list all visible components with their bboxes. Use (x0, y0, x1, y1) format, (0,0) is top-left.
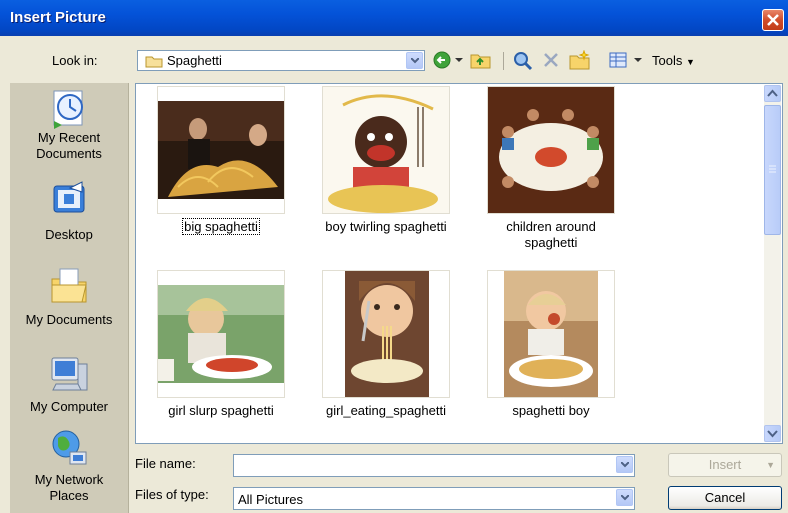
image-thumbnail (323, 87, 449, 213)
file-name-combobox[interactable] (233, 454, 635, 477)
file-name-dropdown-button[interactable] (616, 456, 633, 473)
insert-button[interactable]: Insert ▼ (668, 453, 782, 477)
desktop-icon (53, 181, 85, 213)
views-icon[interactable] (609, 51, 627, 73)
file-caption[interactable]: boy twirling spaghetti (311, 219, 461, 235)
file-name-text: girl_eating_spaghetti (326, 403, 446, 418)
delete-icon[interactable] (542, 51, 560, 73)
files-of-type-dropdown-button[interactable] (616, 489, 633, 506)
back-icon[interactable] (432, 50, 452, 72)
place-label-line2: Documents (36, 146, 102, 161)
network-places-icon (52, 430, 87, 465)
cancel-label: Cancel (704, 490, 746, 505)
place-label: My Recent (37, 130, 101, 145)
file-caption[interactable]: children around spaghetti (476, 219, 626, 251)
file-name-text: big spaghetti (182, 218, 260, 235)
files-of-type-label-text: Files of type: (135, 487, 209, 502)
close-icon (767, 14, 779, 26)
file-name-text: boy twirling spaghetti (325, 219, 447, 234)
search-web-icon[interactable] (512, 50, 534, 72)
grip-icon (769, 165, 776, 173)
my-computer-icon (51, 357, 88, 391)
place-label-line2: Places (49, 488, 89, 503)
up-folder-icon[interactable] (470, 50, 492, 72)
file-list-pane[interactable]: big spaghetti boy twirling spaghetti chi… (135, 83, 783, 444)
place-my-recent-documents[interactable]: My Recent Documents (10, 83, 128, 171)
place-my-network-places[interactable]: My Network Places (10, 428, 128, 513)
file-caption[interactable]: girl slurp spaghetti (146, 403, 296, 419)
chevron-down-icon (411, 58, 419, 64)
file-thumbnail[interactable] (157, 86, 285, 214)
files-of-type-combobox[interactable]: All Pictures (233, 487, 635, 510)
my-documents-icon (51, 268, 87, 303)
file-name-text: children around (506, 219, 596, 234)
place-my-documents[interactable]: My Documents (10, 263, 128, 338)
cancel-button[interactable]: Cancel (668, 486, 782, 510)
look-in-combobox[interactable]: Spaghetti (137, 50, 425, 71)
file-caption[interactable]: spaghetti boy (476, 403, 626, 419)
insert-picture-dialog: Insert Picture Look in: Spaghetti Tools … (0, 0, 788, 513)
image-thumbnail (488, 87, 614, 213)
place-label: My Documents (25, 312, 113, 327)
look-in-value: Spaghetti (167, 53, 222, 68)
chevron-down-icon (767, 430, 778, 438)
vertical-scrollbar[interactable] (764, 85, 781, 442)
new-folder-icon[interactable] (569, 50, 591, 72)
insert-dropdown-icon[interactable]: ▼ (766, 454, 775, 476)
files-of-type-value: All Pictures (238, 492, 304, 507)
place-desktop[interactable]: Desktop (10, 178, 128, 250)
file-thumbnail[interactable] (487, 270, 615, 398)
file-name-text: girl slurp spaghetti (168, 403, 274, 418)
places-bar: My Recent Documents Desktop My Documents (10, 83, 129, 513)
close-button[interactable] (762, 9, 784, 31)
file-name-label-text: File name: (135, 456, 196, 471)
image-thumbnail (504, 271, 598, 397)
file-name-text-line2: spaghetti (524, 235, 578, 250)
file-thumbnail[interactable] (487, 86, 615, 214)
chevron-down-icon (621, 462, 629, 468)
image-thumbnail (345, 271, 429, 397)
title-bar[interactable]: Insert Picture (0, 0, 788, 36)
scroll-up-button[interactable] (764, 85, 781, 102)
look-in-dropdown-button[interactable] (406, 52, 423, 69)
scroll-thumb[interactable] (764, 105, 781, 235)
folder-icon (145, 56, 163, 68)
place-label: My Computer (29, 399, 109, 414)
views-dropdown-icon[interactable] (634, 58, 642, 80)
file-caption[interactable]: big spaghetti (146, 218, 296, 235)
chevron-down-icon (621, 495, 629, 501)
insert-label: Insert (708, 457, 742, 472)
file-caption[interactable]: girl_eating_spaghetti (311, 403, 461, 419)
recent-documents-icon (53, 90, 83, 129)
file-name-label: File name: (135, 456, 196, 471)
scroll-down-button[interactable] (764, 425, 781, 442)
chevron-up-icon (767, 89, 778, 97)
file-thumbnail[interactable] (322, 270, 450, 398)
tools-dropdown-icon: ▼ (685, 57, 695, 67)
tools-label: Tools (652, 53, 683, 68)
window-title: Insert Picture (10, 9, 106, 26)
toolbar-separator (503, 52, 504, 70)
image-thumbnail (158, 285, 284, 383)
tools-menu[interactable]: Tools ▼ (652, 53, 695, 68)
file-thumbnail[interactable] (322, 86, 450, 214)
look-in-label: Look in: (52, 53, 98, 68)
file-thumbnail[interactable] (157, 270, 285, 398)
back-dropdown-icon[interactable] (455, 58, 463, 80)
file-name-text: spaghetti boy (512, 403, 590, 418)
place-my-computer[interactable]: My Computer (10, 350, 128, 422)
place-label: My Network (34, 472, 104, 487)
image-thumbnail (158, 101, 284, 199)
files-of-type-label: Files of type: (135, 487, 209, 502)
place-label: Desktop (45, 227, 93, 242)
